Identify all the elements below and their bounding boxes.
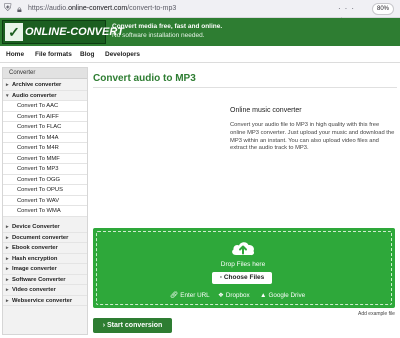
title-divider: [93, 87, 397, 88]
start-conversion-label: Start conversion: [107, 322, 163, 329]
shield-icon[interactable]: ⛨: [4, 3, 14, 15]
header-tagline-sub: No software installation needed.: [112, 32, 205, 39]
sidebar-item-image[interactable]: ▸ Image converter: [3, 264, 87, 275]
enter-url-button[interactable]: 🔗︎ Enter URL: [170, 291, 210, 300]
sidebar-item-label: Audio converter: [12, 92, 57, 99]
sidebar-item-label: Hash encryption: [12, 255, 58, 262]
sidebar-item-label: Video converter: [12, 287, 56, 293]
nav-developers[interactable]: Developers: [105, 50, 140, 59]
sidebar-item-label: Device Converter: [12, 224, 60, 230]
google-drive-label: Google Drive: [268, 292, 306, 299]
add-example-file-link[interactable]: Add example file: [358, 311, 395, 318]
sidebar-item-label: Document converter: [12, 234, 69, 241]
url-field[interactable]: https://audio.online-convert.com/convert…: [28, 3, 176, 15]
lock-icon[interactable]: 🔒︎: [17, 3, 27, 15]
sidebar-heading: Converter: [3, 68, 87, 79]
sidebar-item-label: Software Converter: [12, 276, 66, 283]
browser-address-bar: ⛨ 🔒︎ https://audio.online-convert.com/co…: [0, 0, 400, 25]
site-logo[interactable]: ✓ ONLINE-CONVERT: [2, 20, 124, 44]
header-tagline: Convert media free, fast and online.: [112, 23, 223, 30]
converter-sidebar: Converter ▸ Archive converter ▾ Audio conv…: [2, 67, 88, 335]
sidebar-subitem-ogg[interactable]: Convert To OGG: [3, 174, 87, 185]
google-drive-icon: ▲: [260, 292, 267, 299]
zoom-level[interactable]: 80%: [372, 3, 394, 15]
sidebar-item-video[interactable]: ▸ Video converter: [3, 285, 87, 296]
sidebar-subitem-mmf[interactable]: Convert To MMF: [3, 153, 87, 164]
sidebar-subitem-aiff[interactable]: Convert To AIFF: [3, 111, 87, 122]
url-path: /convert-to-mp3: [127, 5, 177, 12]
sidebar-subitem-wav[interactable]: Convert To WAV: [3, 195, 87, 206]
sidebar-item-ebook[interactable]: ▸ Ebook converter: [3, 243, 87, 254]
sidebar-subitem-flac[interactable]: Convert To FLAC: [3, 122, 87, 133]
sidebar-item-hash[interactable]: ▸ Hash encryption: [3, 254, 87, 264]
logo-text: ONLINE-CONVERT: [25, 26, 124, 38]
page-title: Convert audio to MP3: [93, 73, 196, 84]
sidebar-subitem-mp3[interactable]: Convert To MP3: [3, 164, 87, 175]
dropbox-icon: ❖: [218, 292, 224, 299]
url-domain: online-convert.com: [68, 5, 128, 12]
sidebar-item-archive[interactable]: ▸ Archive converter: [3, 80, 87, 91]
sidebar-item-webservice[interactable]: ▸ Webservice converter: [3, 296, 87, 306]
choose-files-label: Choose Files: [223, 274, 265, 281]
drop-files-text: Drop Files here: [220, 261, 266, 268]
sidebar-item-label: Webservice converter: [12, 297, 73, 304]
chevron-right-icon: ›: [102, 322, 106, 329]
section-heading: Online music converter: [230, 107, 302, 114]
sidebar-item-audio[interactable]: ▾ Audio converter: [3, 91, 87, 101]
sidebar-item-document[interactable]: ▸ Document converter: [3, 233, 87, 243]
link-icon: 🔗︎: [170, 292, 179, 299]
sidebar-subitem-opus[interactable]: Convert To OPUS: [3, 185, 87, 196]
dropbox-label: Dropbox: [225, 292, 250, 299]
top-navigation: Home File formats Blog Developers: [0, 46, 400, 63]
sidebar-item-device[interactable]: ▸ Device Converter: [3, 222, 87, 233]
dropbox-button[interactable]: ❖ Dropbox: [218, 291, 250, 300]
sidebar-subitem-wma[interactable]: Convert To WMA: [3, 206, 87, 217]
sidebar-subitem-m4a[interactable]: Convert To M4A: [3, 132, 87, 143]
nav-home[interactable]: Home: [6, 50, 24, 59]
cloud-upload-icon: [232, 242, 255, 256]
choose-files-button[interactable]: ▫ Choose Files: [212, 272, 272, 284]
sidebar-subitem-aac[interactable]: Convert To AAC: [3, 101, 87, 112]
nav-file-formats[interactable]: File formats: [35, 50, 72, 59]
url-prefix: https://audio.: [28, 5, 69, 12]
sidebar-subitem-m4r[interactable]: Convert To M4R: [3, 143, 87, 154]
start-conversion-button[interactable]: › Start conversion: [93, 318, 172, 333]
description-text: Convert your audio file to MP3 in high q…: [230, 122, 395, 152]
sidebar-item-label: Ebook converter: [12, 245, 58, 251]
file-icon: ▫: [219, 274, 223, 281]
sidebar-item-label: Archive converter: [12, 82, 62, 88]
page-actions-icon[interactable]: ··· ☆: [338, 3, 368, 25]
enter-url-label: Enter URL: [180, 292, 210, 299]
sidebar-item-software[interactable]: ▸ Software Converter: [3, 275, 87, 285]
google-drive-button[interactable]: ▲ Google Drive: [260, 291, 305, 300]
nav-blog[interactable]: Blog: [80, 50, 94, 59]
sidebar-item-label: Image converter: [12, 266, 57, 272]
logo-check-icon: ✓: [5, 23, 23, 41]
